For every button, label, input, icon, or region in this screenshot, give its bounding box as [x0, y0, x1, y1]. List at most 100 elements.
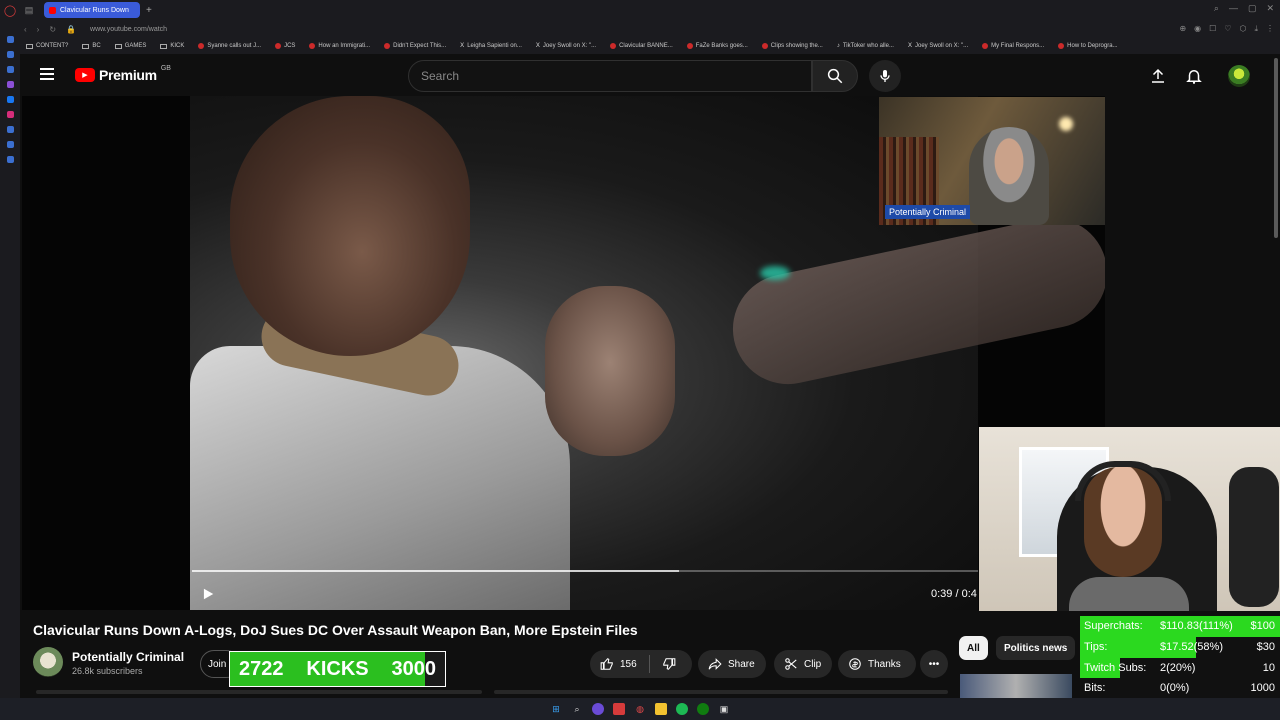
tab-manager-icon[interactable]: ▤	[22, 3, 36, 17]
sidebar-settings-icon[interactable]	[6, 156, 14, 163]
like-count[interactable]: 156	[620, 659, 637, 670]
bookmark-label: Joey Swoll on X: "...	[914, 43, 969, 49]
bookmark-item[interactable]: X Joey Swoll on X: "...	[908, 43, 968, 49]
bookmark-item[interactable]: Didn't Expect This...	[384, 43, 446, 49]
taskbar-obs-icon[interactable]: ▣	[718, 703, 730, 715]
goal-row: Twitch Subs: 2(20%) 10	[1080, 657, 1280, 679]
new-tab-button[interactable]: +	[146, 5, 152, 16]
clip-button[interactable]: Clip	[774, 650, 832, 678]
sidebar-telegram-icon[interactable]	[6, 66, 14, 73]
bookmark-item[interactable]: ♪ TikToker who alle...	[837, 43, 894, 49]
bookmark-label: How an Immigrati...	[318, 43, 371, 49]
taskbar-search-icon[interactable]: ⌕	[571, 703, 583, 715]
channel-name[interactable]: Potentially Criminal	[72, 650, 184, 664]
bookmark-label: How to Deprogra...	[1067, 43, 1118, 49]
search-input[interactable]: Search	[408, 60, 812, 92]
bookmark-item[interactable]: Clips showing the...	[761, 43, 823, 49]
channel-avatar[interactable]	[33, 647, 63, 677]
bookmark-item[interactable]: CONTENT?	[26, 43, 68, 49]
video-fist	[545, 286, 675, 456]
more-actions-button[interactable]: •••	[920, 650, 948, 678]
page-scrollbar[interactable]	[1274, 58, 1278, 238]
download-icon[interactable]: ⤓	[1254, 24, 1258, 34]
taskbar-app-icon[interactable]	[592, 703, 604, 715]
chip-politics-news[interactable]: Politics news	[996, 636, 1076, 660]
youtube-premium-logo[interactable]: ▶ Premium GB	[75, 65, 171, 83]
search-button[interactable]	[812, 60, 858, 92]
play-button[interactable]	[200, 586, 216, 602]
sidebar-twitch-icon[interactable]	[6, 81, 14, 88]
sidebar-facebook-icon[interactable]	[6, 96, 14, 103]
bookmark-item[interactable]: X Joey Swoll on X: "...	[536, 43, 596, 49]
taskbar-xbox-icon[interactable]	[697, 703, 709, 715]
goal-row: Bits: 0(0%) 1000	[1080, 678, 1280, 700]
close-button[interactable]: ✕	[1266, 3, 1274, 14]
camera-icon[interactable]: ◉	[1194, 24, 1201, 34]
thanks-button[interactable]: Thanks	[838, 650, 916, 678]
sidebar-messenger-icon[interactable]	[6, 36, 14, 43]
back-icon[interactable]: ‹	[24, 25, 27, 34]
goal-label: Tips:	[1084, 640, 1108, 653]
youtube-favicon-icon	[49, 6, 56, 14]
bookmark-item[interactable]: My Final Respons...	[982, 43, 1044, 49]
tab-active[interactable]: Clavicular Runs Down	[44, 2, 140, 18]
bookmark-item[interactable]: FaZe Banks goes...	[686, 43, 748, 49]
hamburger-menu-icon[interactable]	[40, 68, 54, 80]
video-frame	[190, 96, 1105, 610]
browser-logo-icon[interactable]: ◯	[0, 0, 20, 20]
bookmark-icon[interactable]: ☐	[1209, 24, 1216, 34]
folder-icon	[26, 43, 33, 49]
bookmark-item[interactable]: BC	[82, 43, 101, 49]
bookmark-item[interactable]: Syanne calls out J...	[198, 43, 261, 49]
bookmark-label: Leigha Sapienti on...	[467, 43, 522, 49]
bell-icon	[1186, 70, 1202, 84]
bookmark-item[interactable]: JCS	[275, 43, 295, 49]
notifications-button[interactable]	[1184, 66, 1204, 86]
bookmark-item[interactable]: How an Immigrati...	[309, 43, 370, 49]
bookmark-item[interactable]: KICK	[160, 43, 184, 49]
heart-icon[interactable]: ♡	[1224, 24, 1231, 34]
minimize-button[interactable]: —	[1229, 3, 1238, 14]
goal-row: Superchats: $110.83(111%) $100	[1080, 616, 1280, 637]
taskbar-spotify-icon[interactable]	[676, 703, 688, 715]
sidebar-clock-icon[interactable]	[6, 141, 14, 148]
goal-target: 1000	[1250, 682, 1275, 695]
windows-start-icon[interactable]: ⊞	[550, 703, 562, 715]
search-tabs-icon[interactable]: ⌕	[1214, 3, 1219, 14]
zoom-icon[interactable]: ⊕	[1179, 24, 1186, 34]
voice-search-button[interactable]	[869, 60, 901, 92]
upload-button[interactable]	[1148, 66, 1168, 86]
bookmark-item[interactable]: Clavicular BANNE...	[610, 43, 673, 49]
goal-row: Tips: $17.52(58%) $30	[1080, 636, 1280, 658]
share-button[interactable]: Share	[698, 650, 766, 678]
recommended-thumbnail[interactable]	[960, 674, 1072, 698]
lamp	[1059, 117, 1073, 131]
bookmark-item[interactable]: GAMES	[114, 43, 146, 49]
sidebar-whatsapp-icon[interactable]	[6, 51, 14, 58]
progress-bar[interactable]	[192, 570, 978, 572]
bookmark-label: BC	[92, 43, 101, 49]
chip-all[interactable]: All	[959, 636, 988, 660]
goal-target: 10	[1262, 661, 1275, 674]
bookmark-item[interactable]: X Leigha Sapienti on...	[460, 43, 522, 49]
reload-icon[interactable]: ↻	[49, 25, 56, 34]
dislike-icon[interactable]	[662, 657, 676, 671]
forward-icon[interactable]: ›	[37, 25, 40, 34]
thanks-label: Thanks	[868, 658, 901, 670]
search-icon	[827, 68, 843, 84]
url-field[interactable]: www.youtube.com/watch	[90, 26, 167, 33]
sidebar-instagram-icon[interactable]	[6, 111, 14, 118]
taskbar-opera-icon[interactable]	[613, 703, 625, 715]
extension-icon[interactable]: ⬡	[1239, 24, 1246, 34]
sidebar-history-icon[interactable]	[6, 126, 14, 133]
goal-label: Superchats:	[1084, 620, 1143, 632]
bookmark-item[interactable]: How to Deprogra...	[1058, 43, 1118, 49]
taskbar-explorer-icon[interactable]	[655, 703, 667, 715]
taskbar-chrome-icon[interactable]: ◍	[634, 703, 646, 715]
maximize-button[interactable]: ▢	[1248, 3, 1257, 14]
like-icon[interactable]	[600, 657, 614, 671]
host-figure	[969, 127, 1049, 225]
menu-dots-icon[interactable]: ⋮	[1266, 24, 1274, 34]
account-avatar[interactable]	[1228, 65, 1250, 87]
tiktok-icon: ♪	[836, 43, 840, 49]
